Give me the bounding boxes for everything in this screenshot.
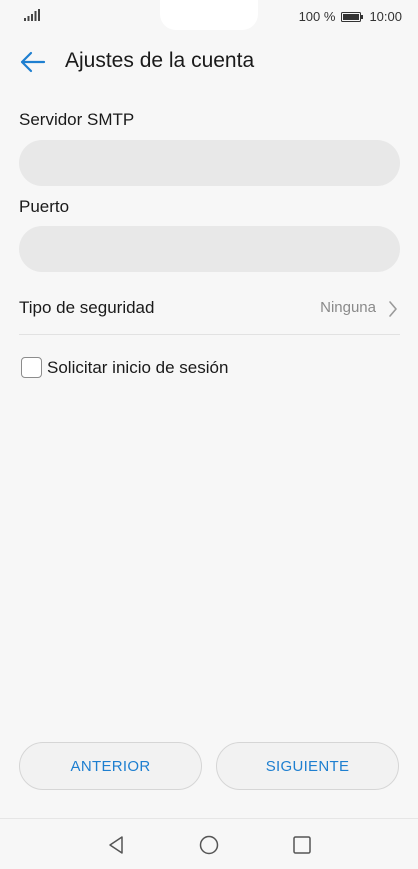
back-arrow-icon[interactable] [18,50,46,74]
app-header: Ajustes de la cuenta [0,38,418,86]
nav-recents-icon[interactable] [292,835,312,855]
signal-icon [24,9,40,21]
battery-icon [341,11,364,22]
system-nav-bar [0,818,418,869]
nav-home-icon[interactable] [199,835,219,855]
smtp-server-input[interactable] [19,140,400,186]
port-input[interactable] [19,226,400,272]
chevron-right-icon [389,301,397,317]
camera-notch [160,0,258,30]
nav-back-icon[interactable] [106,835,126,855]
smtp-server-label: Servidor SMTP [19,110,135,129]
next-button[interactable]: SIGUIENTE [216,742,399,790]
previous-button[interactable]: ANTERIOR [19,742,202,790]
security-type-row[interactable]: Tipo de seguridad Ninguna [19,286,400,335]
clock: 10:00 [369,9,402,24]
battery-percent: 100 % [298,9,336,24]
port-label: Puerto [19,197,70,216]
security-type-value: Ninguna [320,299,376,316]
require-signin-label: Solicitar inicio de sesión [47,358,229,377]
require-signin-checkbox[interactable] [21,357,42,378]
status-bar: 100 % 10:00 [0,0,418,34]
security-type-label: Tipo de seguridad [19,298,155,317]
page-title: Ajustes de la cuenta [65,49,255,72]
status-right: 100 % 10:00 [299,9,402,24]
